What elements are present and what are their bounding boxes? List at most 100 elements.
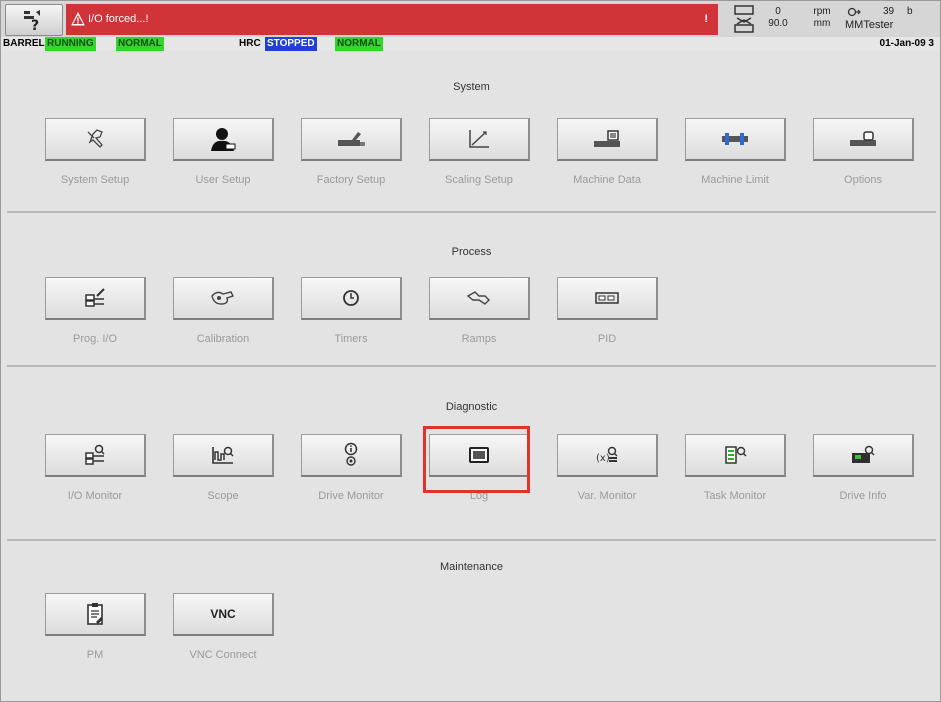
hrc-label: HRC bbox=[239, 38, 261, 49]
calibration-button[interactable] bbox=[173, 277, 274, 320]
drive-info-button[interactable] bbox=[813, 434, 914, 477]
counter-readout: 39 b MMTester bbox=[841, 6, 939, 31]
scaling-chart-icon bbox=[469, 130, 489, 148]
tile-label: Options bbox=[844, 174, 882, 186]
position-unit: mm bbox=[813, 18, 831, 29]
var-monitor-button[interactable]: (x) bbox=[557, 434, 658, 477]
scope-button[interactable] bbox=[173, 434, 274, 477]
barrel-state-badge: RUNNING bbox=[45, 37, 96, 51]
date-time: 01-Jan-09 3 bbox=[879, 38, 934, 49]
warning-icon bbox=[71, 12, 85, 26]
barrel-label: BARREL bbox=[3, 38, 45, 49]
maintenance-section: Maintenance PM VNC VNC Connect bbox=[7, 541, 936, 699]
tile-label: Machine Data bbox=[573, 174, 641, 186]
barrel-mode-badge: NORMAL bbox=[116, 37, 164, 51]
ramps-button[interactable] bbox=[429, 277, 530, 320]
hrc-state-badge: STOPPED bbox=[265, 37, 317, 51]
user-name: MMTester bbox=[845, 19, 894, 31]
main-menu: System System Setup User Setup Factory S… bbox=[7, 51, 936, 701]
ramps-icon bbox=[466, 291, 490, 305]
process-section: Process Prog. I/O Calibration Timers Ram… bbox=[7, 213, 936, 367]
speed-value: 0 bbox=[775, 6, 781, 17]
speed-readout: 0 90.0 bbox=[761, 6, 795, 30]
svg-text:?: ? bbox=[31, 18, 39, 32]
tile-label: Factory Setup bbox=[316, 174, 386, 186]
task-monitor-button[interactable] bbox=[685, 434, 786, 477]
timer-icon bbox=[343, 290, 359, 306]
drive-info-icon bbox=[852, 445, 875, 463]
alarm-indicator: ! bbox=[704, 13, 708, 25]
tile-label: Var. Monitor bbox=[577, 490, 637, 502]
scaling-setup-button[interactable] bbox=[429, 118, 530, 161]
counter-value: 39 bbox=[883, 6, 895, 17]
tile-label: PID bbox=[597, 333, 617, 345]
machine-data-button[interactable] bbox=[557, 118, 658, 161]
speed-unit: rpm bbox=[813, 6, 831, 17]
tile-label: Task Monitor bbox=[703, 490, 767, 502]
motor-icon bbox=[734, 5, 754, 33]
cycle-icon bbox=[847, 7, 861, 17]
pid-icon bbox=[595, 292, 619, 304]
section-title-system: System bbox=[453, 81, 490, 93]
top-bar: ? I/O forced...! ! 0 90.0 rpm mm 39 b MM… bbox=[1, 1, 940, 37]
section-title-process: Process bbox=[451, 246, 492, 258]
tile-label: I/O Monitor bbox=[67, 490, 123, 502]
machine-limit-button[interactable] bbox=[685, 118, 786, 161]
machine-limit-icon bbox=[722, 133, 748, 145]
tile-label: Ramps bbox=[461, 333, 497, 345]
tile-label: User Setup bbox=[195, 174, 251, 186]
pm-clipboard-icon bbox=[87, 603, 103, 625]
pid-button[interactable] bbox=[557, 277, 658, 320]
machine-data-icon bbox=[594, 130, 620, 147]
tile-label: Prog. I/O bbox=[72, 333, 118, 345]
svg-text:(x): (x) bbox=[596, 453, 610, 464]
wrench-icon bbox=[87, 129, 103, 148]
task-monitor-icon bbox=[725, 446, 747, 464]
hrc-mode-badge: NORMAL bbox=[335, 37, 383, 51]
tile-label: Scope bbox=[207, 490, 239, 502]
io-monitor-button[interactable] bbox=[45, 434, 146, 477]
alarm-bar[interactable]: I/O forced...! ! bbox=[66, 4, 718, 35]
tile-label: Calibration bbox=[196, 333, 250, 345]
options-button[interactable] bbox=[813, 118, 914, 161]
counter-suffix: b bbox=[907, 6, 913, 17]
system-section: System System Setup User Setup Factory S… bbox=[7, 51, 936, 213]
user-icon bbox=[211, 128, 236, 151]
prog-io-button[interactable] bbox=[45, 277, 146, 320]
tile-label: System Setup bbox=[60, 174, 130, 186]
alarm-message: I/O forced...! bbox=[88, 13, 149, 25]
tile-label: Scaling Setup bbox=[445, 174, 513, 186]
vnc-icon: VNC bbox=[210, 607, 236, 621]
vnc-connect-button[interactable]: VNC bbox=[173, 593, 274, 636]
system-setup-button[interactable] bbox=[45, 118, 146, 161]
section-title-diagnostic: Diagnostic bbox=[445, 401, 498, 413]
drive-monitor-icon bbox=[344, 442, 358, 466]
section-title-maintenance: Maintenance bbox=[440, 561, 503, 573]
io-monitor-icon bbox=[85, 444, 105, 465]
tile-label: VNC Connect bbox=[189, 649, 257, 661]
tile-label: Machine Limit bbox=[701, 174, 769, 186]
user-setup-button[interactable] bbox=[173, 118, 274, 161]
status-row: BARREL RUNNING NORMAL HRC STOPPED NORMAL… bbox=[1, 37, 940, 51]
tile-label: Timers bbox=[334, 333, 368, 345]
unit-readout: rpm mm bbox=[807, 6, 837, 30]
calibration-icon bbox=[211, 291, 234, 305]
tile-label: PM bbox=[86, 649, 104, 661]
tile-label: Drive Info bbox=[839, 490, 887, 502]
log-highlight-box bbox=[423, 426, 530, 493]
scope-icon bbox=[212, 446, 234, 464]
help-pointer-icon: ? bbox=[24, 10, 40, 32]
drive-monitor-button[interactable] bbox=[301, 434, 402, 477]
options-icon bbox=[850, 131, 876, 146]
factory-setup-button[interactable] bbox=[301, 118, 402, 161]
tile-label: Drive Monitor bbox=[318, 490, 384, 502]
factory-icon bbox=[338, 132, 365, 146]
var-monitor-icon: (x) bbox=[596, 446, 618, 464]
help-button[interactable]: ? bbox=[5, 4, 63, 36]
pm-button[interactable] bbox=[45, 593, 146, 636]
speed-value-2: 90.0 bbox=[768, 18, 788, 29]
diagnostic-section: Diagnostic I/O Monitor Scope Drive Monit… bbox=[7, 367, 936, 541]
prog-io-icon bbox=[85, 288, 105, 307]
timers-button[interactable] bbox=[301, 277, 402, 320]
hmi-window: ? I/O forced...! ! 0 90.0 rpm mm 39 b MM… bbox=[0, 0, 941, 702]
